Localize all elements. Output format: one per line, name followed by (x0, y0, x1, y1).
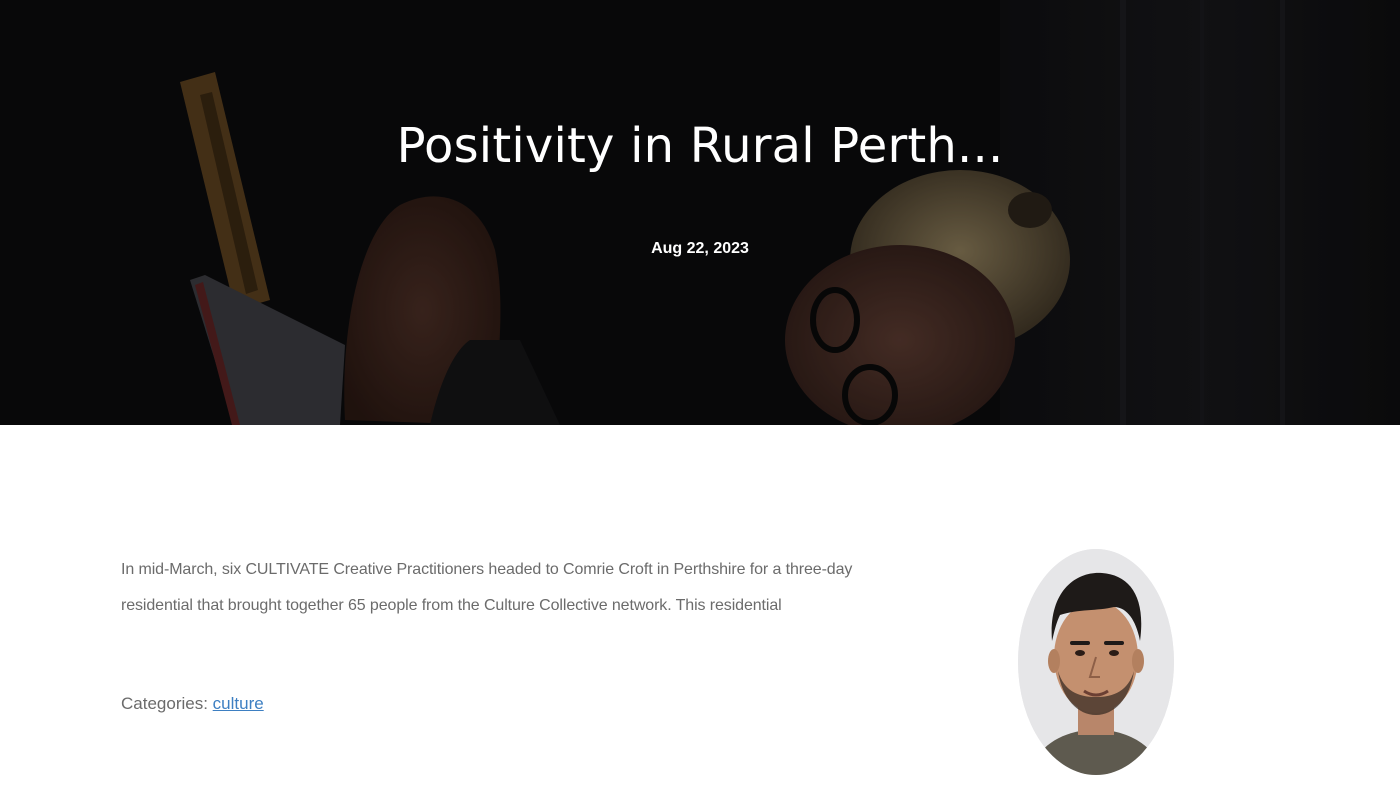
category-link-culture[interactable]: culture (213, 694, 264, 713)
author-avatar (1018, 549, 1174, 775)
post-excerpt: In mid-March, six CULTIVATE Creative Pra… (121, 561, 853, 614)
hero-banner: Positivity in Rural Perth... Aug 22, 202… (0, 0, 1400, 425)
person-portrait-icon (1018, 549, 1174, 775)
post-date: Aug 22, 2023 (651, 240, 749, 257)
page-title: Positivity in Rural Perth... (396, 118, 1004, 174)
post-categories: Categories: culture (121, 694, 264, 714)
categories-label: Categories: (121, 694, 208, 713)
hero-background-image (0, 0, 1400, 425)
